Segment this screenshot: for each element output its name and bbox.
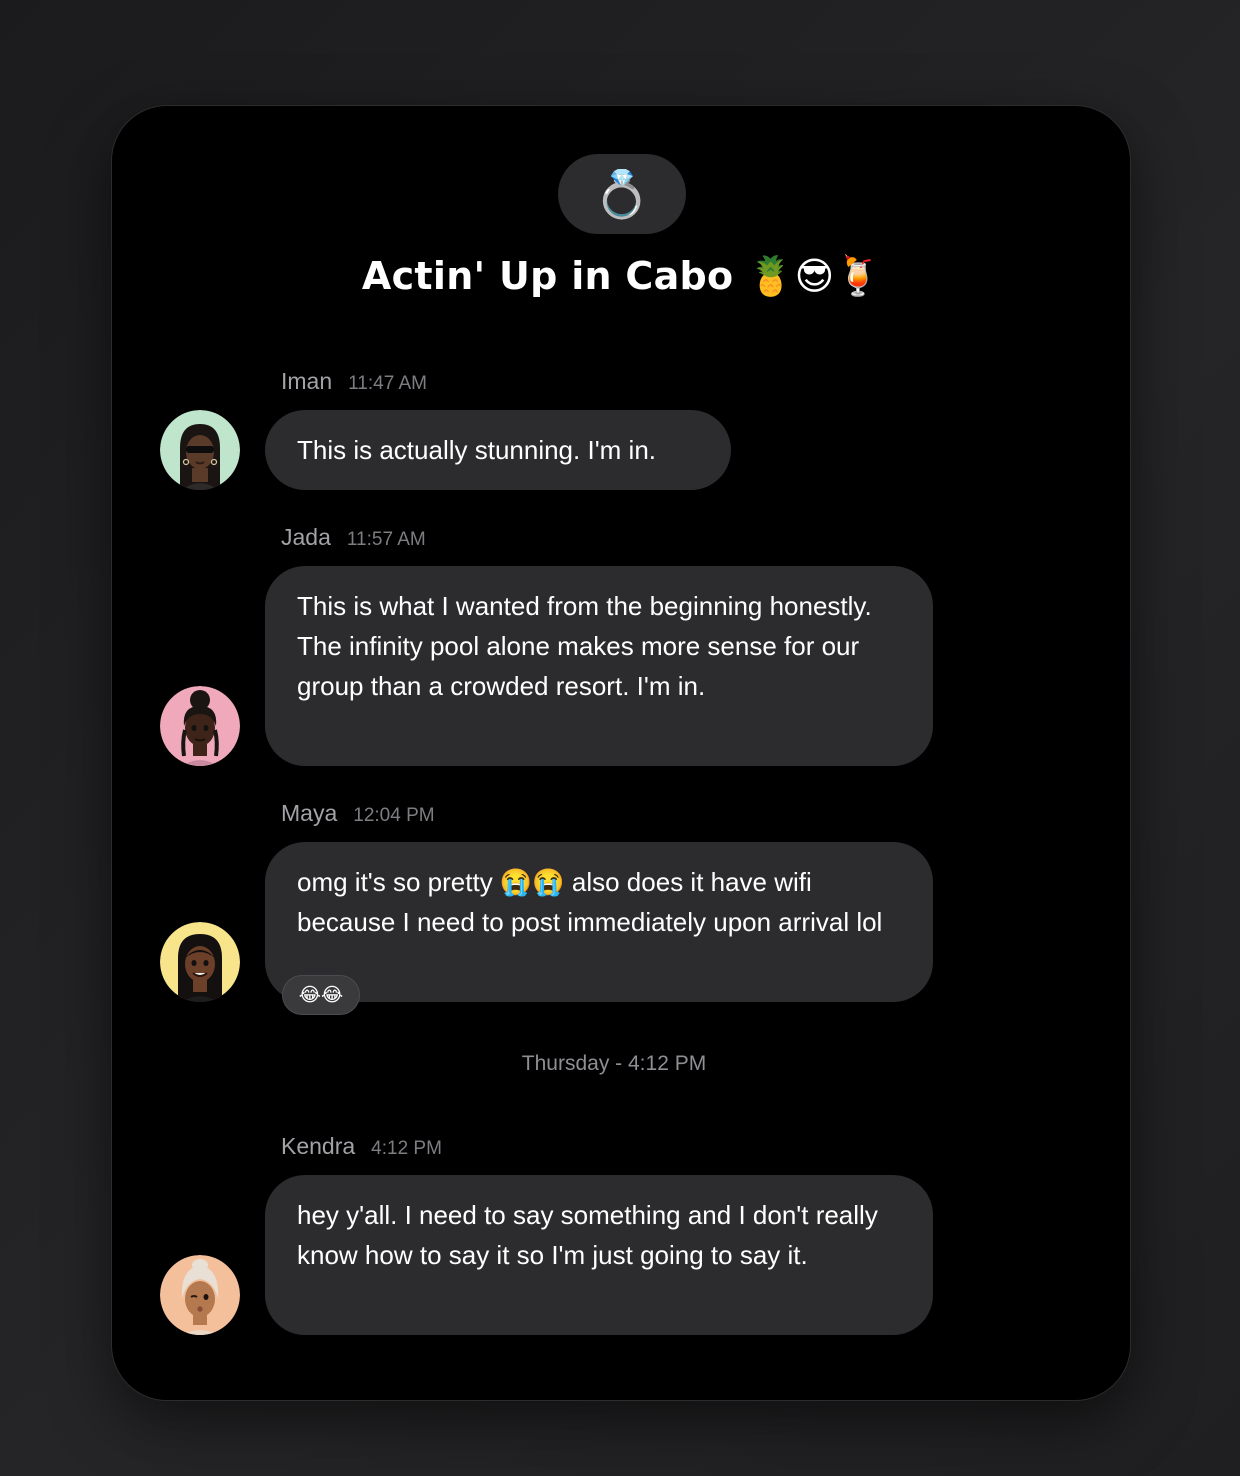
conversation-card: 💍 Actin' Up in Cabo 🍍😎🍹 Iman 11:47 AM Th… [111,105,1131,1401]
message-header: Kendra 4:12 PM [281,1133,442,1160]
sender-name: Iman [281,368,333,394]
sender-name: Maya [281,800,338,826]
message-header: Maya 12:04 PM [281,800,435,827]
message-bubble[interactable]: omg it's so pretty 😭😭 also does it have … [265,842,933,1002]
group-avatar[interactable]: 💍 [558,154,686,234]
message-text: omg it's so pretty 😭😭 also does it have … [297,867,883,937]
message-header: Jada 11:57 AM [281,524,426,551]
laughing-emoji-icon: 😂😂 [298,983,344,1006]
avatar-maya[interactable] [160,922,240,1002]
message-header: Iman 11:47 AM [281,368,427,395]
message-bubble[interactable]: hey y'all. I need to say something and I… [265,1175,933,1335]
message-bubble[interactable]: This is what I wanted from the beginning… [265,566,933,766]
ring-icon: 💍 [593,167,651,221]
memoji-icon [160,686,240,766]
avatar-iman[interactable] [160,410,240,490]
avatar-kendra[interactable] [160,1255,240,1335]
sender-name: Kendra [281,1133,356,1159]
date-divider: Thursday - 4:12 PM [521,1052,707,1075]
message-time: 4:12 PM [371,1138,442,1159]
message-bubble[interactable]: This is actually stunning. I'm in. [265,410,731,490]
message-time: 12:04 PM [353,805,435,826]
message-text: hey y'all. I need to say something and I… [297,1200,878,1270]
memoji-icon [160,410,240,490]
group-title: Actin' Up in Cabo 🍍😎🍹 [361,254,883,298]
avatar-jada[interactable] [160,686,240,766]
reaction-badge[interactable]: 😂😂 [282,975,360,1015]
sender-name: Jada [281,524,331,550]
message-time: 11:47 AM [348,373,428,394]
message-text: This is what I wanted from the beginning… [297,591,872,701]
memoji-icon [160,1255,240,1335]
memoji-icon [160,922,240,1002]
message-text: This is actually stunning. I'm in. [297,435,656,465]
message-time: 11:57 AM [346,529,426,550]
